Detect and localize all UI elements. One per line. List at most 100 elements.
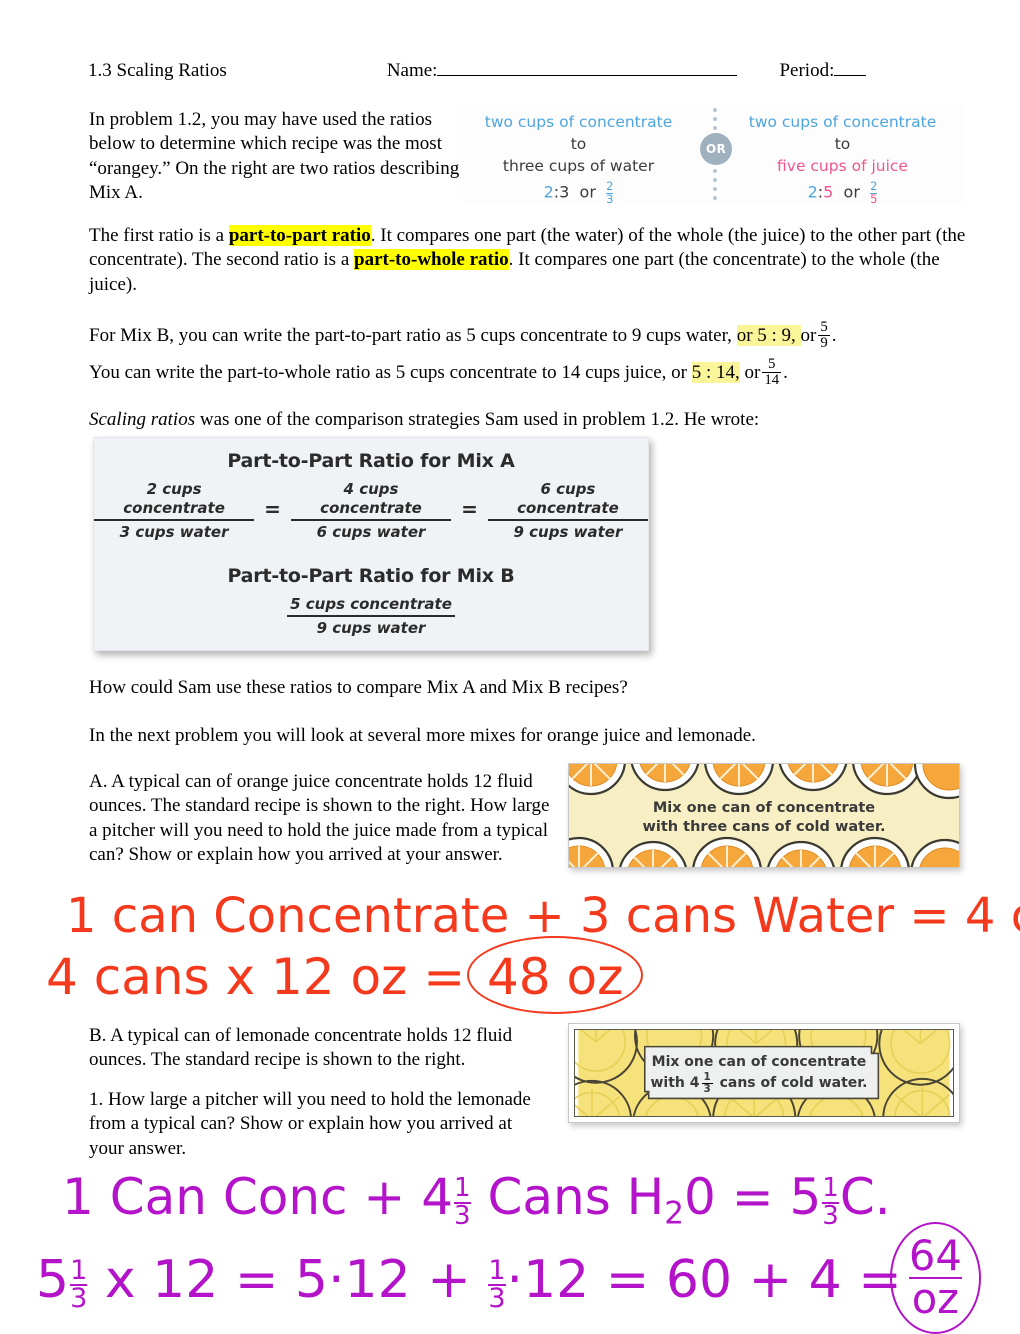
mixb-line2-highlight: 5 : 14, — [691, 361, 740, 383]
handwritten-b-line2-a: 5 — [36, 1249, 70, 1310]
ratio-left-frac-den: 3 — [606, 191, 614, 206]
handwritten-b-frac-1-num: 1 — [454, 1173, 471, 1204]
circle-annotation-b — [889, 1222, 981, 1334]
intro-paragraph: In problem 1.2, you may have used the ra… — [89, 109, 460, 203]
question-part-b1: 1. How large a pitcher will you need to … — [89, 1089, 531, 1159]
lemonade-frac-den: 3 — [703, 1082, 711, 1095]
mixb-line1-post: . — [831, 324, 837, 346]
orange-recipe-caption: Mix one can of concentrate with three ca… — [569, 799, 959, 837]
handwritten-b-line1-end: C. — [839, 1168, 891, 1226]
sam-fraction-3: 6 cups concentrate 9 cups water — [487, 480, 648, 541]
handwritten-a-answer-value: 48 oz — [487, 948, 624, 1006]
sam-fraction-1: 2 cups concentrate 3 cups water — [94, 480, 255, 541]
ratio-comparison-graphic: two cups of concentrate to three cups of… — [463, 103, 965, 205]
mixb-line2-pre: You can write the part-to-whole ratio as… — [89, 361, 692, 383]
term-part-to-whole: part-to-whole ratio — [354, 249, 509, 271]
handwritten-b-frac-4-den: 3 — [488, 1283, 506, 1315]
mixb-line1-frac-den: 9 — [820, 335, 828, 352]
handwritten-b-answer-den: oz — [911, 1273, 959, 1323]
ratio-left-line1: two cups of concentrate — [484, 113, 673, 131]
question-part-a: A. A typical can of orange juice concent… — [89, 771, 550, 865]
handwritten-answer-b-line2: 513 x 12 = 5·12 + 1 3·12 = 60 + 4 = 64 oz — [36, 1222, 981, 1334]
sam-mix-b-equation: 5 cups concentrate 9 cups water — [94, 595, 648, 638]
scaling-ratios-rest: was one of the comparison strategies Sam… — [195, 409, 760, 430]
ratio-right-a: 2 — [807, 182, 818, 202]
sam-mix-a-equation: 2 cups concentrate 3 cups water = 4 cups… — [94, 480, 648, 541]
ratio-left-or: or — [579, 182, 596, 202]
mixb-line1-highlight: or 5 : 9, — [736, 324, 801, 346]
lemonade-line2-pre: with 4 — [650, 1075, 700, 1092]
page-title: 1.3 Scaling Ratios — [88, 60, 227, 81]
lemonade-recipe-caption: Mix one can of concentrate with 413 cans… — [641, 1052, 877, 1094]
definitions-seg1: The first ratio is a — [89, 225, 229, 246]
name-blank-line[interactable] — [437, 75, 738, 76]
sam-fraction-2-den: 6 cups water — [316, 522, 426, 541]
sam-fraction-1-den: 3 cups water — [119, 522, 229, 541]
period-blank-line[interactable] — [834, 75, 867, 76]
handwritten-b-frac-3: 13 — [70, 1254, 88, 1315]
scaling-ratios-intro: Scaling ratios was one of the comparison… — [89, 408, 967, 432]
ratio-right-line2: to — [834, 135, 851, 153]
handwritten-b-frac-2-den: 3 — [822, 1200, 839, 1231]
ratio-option-right: two cups of concentrate to five cups of … — [735, 111, 950, 205]
mixb-line1-pre: For Mix B, you can write the part-to-par… — [89, 324, 737, 346]
ratio-right-line1: two cups of concentrate — [748, 113, 937, 131]
sam-equals-2: = — [461, 496, 478, 521]
scaling-ratios-term: Scaling ratios — [89, 409, 196, 430]
handwritten-b-frac-3-num: 1 — [70, 1254, 88, 1287]
sam-title-mix-b: Part-to-Part Ratio for Mix B — [227, 565, 515, 588]
handwritten-b-subscript: 2 — [664, 1195, 684, 1232]
mixb-line1-or: or — [800, 324, 817, 346]
handwritten-b-circled-answer: 64 oz — [889, 1222, 981, 1334]
lemonade-recipe-line2: with 413 cans of cold water. — [641, 1072, 877, 1094]
handwritten-answer-a-line2: 4 cans x 12 oz = 48 oz — [46, 936, 644, 1014]
sam-work-box: Part-to-Part Ratio for Mix A 2 cups conc… — [93, 437, 649, 651]
definitions-paragraph: The first ratio is a part-to-part ratio.… — [89, 224, 967, 297]
handwritten-b-frac-1: 13 — [454, 1173, 471, 1229]
lemonade-line2-post: cans of cold water. — [714, 1075, 868, 1092]
handwritten-b-line1-pre: 1 Can Conc + 4 — [62, 1168, 454, 1226]
handwritten-b-frac-4: 13 — [488, 1254, 506, 1315]
mixb-line2-post: . — [783, 361, 788, 383]
ratio-right-frac-den: 5 — [870, 191, 878, 206]
sam-fraction-1-num: 2 cups concentrate — [94, 480, 255, 521]
handwritten-b-line1-mid: Cans H — [471, 1168, 665, 1226]
ratio-left-fraction: 2 3 — [606, 180, 614, 206]
or-badge: OR — [700, 133, 732, 165]
handwritten-b-frac-4-num: 1 — [488, 1254, 506, 1287]
orange-recipe-line2: with three cans of cold water. — [642, 819, 886, 836]
ratio-option-left: two cups of concentrate to three cups of… — [471, 111, 686, 205]
orange-juice-recipe-image: Mix one can of concentrate with three ca… — [568, 763, 960, 868]
circle-annotation-a — [467, 936, 644, 1014]
question-next-problem: In the next problem you will look at sev… — [89, 725, 756, 746]
page-header: 1.3 Scaling Ratios Name: Period: — [88, 60, 968, 82]
handwritten-answer-a-line1: 1 can Concentrate + 3 cans Water = 4 can… — [66, 888, 1020, 944]
ratio-left-b: 3 — [559, 182, 570, 202]
ratio-left-a: 2 — [543, 182, 554, 202]
ratio-left-line2: to — [570, 135, 587, 153]
handwritten-answer-b-line1: 1 Can Conc + 413 Cans H20 = 5 1 3 C. — [62, 1168, 891, 1231]
ratio-left-line3: three cups of water — [502, 157, 655, 175]
period-field-label: Period: — [779, 60, 867, 82]
ratio-left-values: 2:3 or 2 3 — [471, 180, 686, 206]
sam-equals-1: = — [264, 496, 281, 521]
sam-fraction-2: 4 cups concentrate 6 cups water — [290, 480, 452, 541]
ratio-right-values: 2:5 or 2 5 — [735, 180, 950, 206]
ratio-right-fraction: 2 5 — [870, 180, 878, 206]
handwritten-a-line2-text: 4 cans x 12 oz = — [46, 948, 466, 1006]
handwritten-b-answer-fraction: 64 oz — [908, 1235, 962, 1323]
handwritten-b-frac-3-den: 3 — [70, 1283, 88, 1315]
lemonade-recipe-line1: Mix one can of concentrate — [651, 1054, 867, 1070]
sam-title-mix-a: Part-to-Part Ratio for Mix A — [227, 450, 515, 472]
mixb-part-to-part-line: For Mix B, you can write the part-to-par… — [89, 319, 967, 352]
sam-fraction-b-den: 9 cups water — [316, 619, 426, 637]
or-dots-bottom — [713, 169, 717, 200]
mixb-line2-fraction: 5 14 — [762, 356, 782, 388]
mixb-line2-or: or — [739, 361, 761, 383]
mixb-part-to-whole-line: You can write the part-to-whole ratio as… — [89, 356, 967, 388]
or-divider: OR — [693, 103, 737, 203]
mixb-line1-fraction: 59 — [818, 319, 830, 352]
sam-fraction-3-num: 6 cups concentrate — [487, 480, 648, 521]
handwritten-a-circled-answer: 48 oz — [467, 936, 644, 1014]
question-compare: How could Sam use these ratios to compar… — [89, 677, 628, 698]
